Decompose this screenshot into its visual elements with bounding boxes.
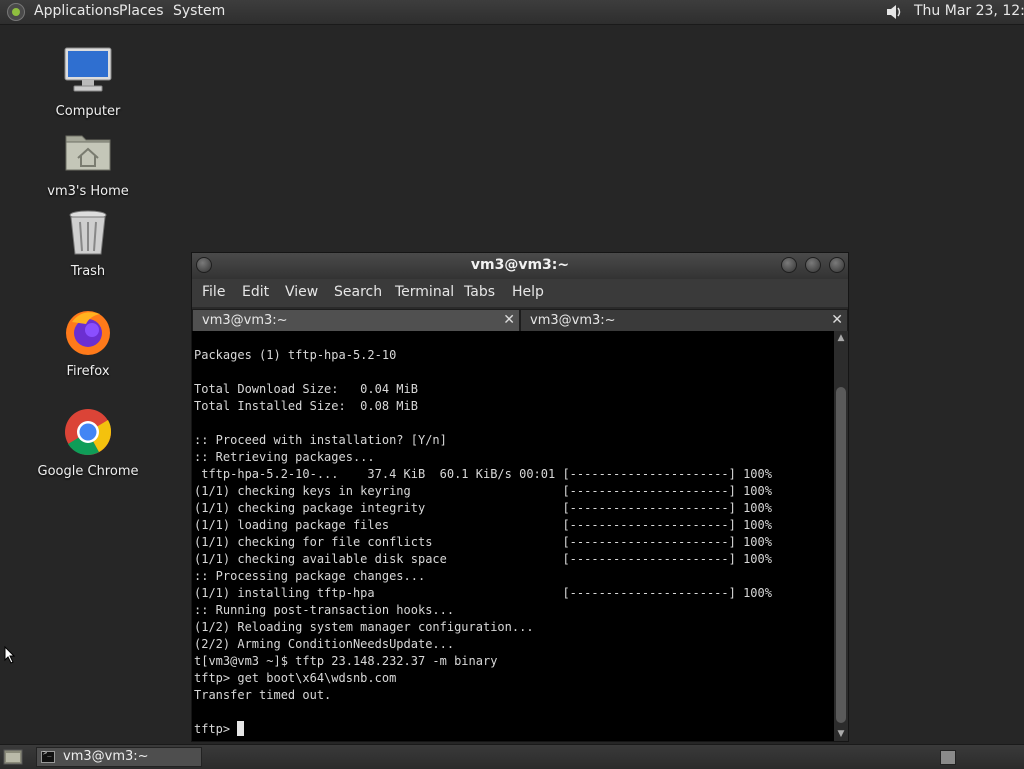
tab-close-icon[interactable]: ✕ xyxy=(503,312,515,328)
mouse-pointer-icon xyxy=(4,646,16,664)
terminal-output[interactable]: Packages (1) tftp-hpa-5.2-10 Total Downl… xyxy=(192,331,834,741)
home-folder-icon xyxy=(65,135,111,171)
minimize-button[interactable] xyxy=(781,257,797,273)
tab-label: vm3@vm3:~ xyxy=(202,313,288,328)
window-title: vm3@vm3:~ xyxy=(470,257,570,273)
menu-view[interactable]: View xyxy=(285,284,318,300)
terminal-prompt: tftp> xyxy=(194,722,238,736)
top-panel: Applications Places System Thu Mar 23, 1… xyxy=(0,0,1024,25)
menu-file[interactable]: File xyxy=(202,284,225,300)
desktop-icon-computer[interactable]: Computer xyxy=(33,46,143,119)
desktop-icon-label: Firefox xyxy=(66,364,110,379)
desktop-icon-label: Trash xyxy=(70,264,106,279)
firefox-icon xyxy=(66,311,110,355)
menu-system[interactable]: System xyxy=(173,3,225,19)
desktop-icon-label: vm3's Home xyxy=(47,184,129,199)
menu-terminal[interactable]: Terminal xyxy=(395,284,454,300)
scroll-thumb[interactable] xyxy=(836,387,846,723)
show-desktop-icon[interactable] xyxy=(3,748,23,766)
menu-edit[interactable]: Edit xyxy=(242,284,269,300)
terminal-cursor xyxy=(237,721,245,736)
tab-close-icon[interactable]: ✕ xyxy=(831,312,843,328)
tab-label: vm3@vm3:~ xyxy=(530,313,616,328)
terminal-window[interactable]: vm3@vm3:~ File Edit View Search Terminal… xyxy=(191,252,849,742)
close-button[interactable] xyxy=(829,257,845,273)
terminal-scrollbar[interactable]: ▲ ▼ xyxy=(834,331,848,741)
menu-help[interactable]: Help xyxy=(512,284,544,300)
trash-icon xyxy=(69,210,107,255)
volume-icon[interactable] xyxy=(884,2,904,22)
taskbar-terminal-button[interactable]: vm3@vm3:~ xyxy=(36,747,202,767)
tab-bar: vm3@vm3:~ ✕ vm3@vm3:~ ✕ xyxy=(192,307,848,331)
window-titlebar[interactable]: vm3@vm3:~ xyxy=(192,253,848,279)
menu-applications[interactable]: Applications xyxy=(34,3,120,19)
maximize-button[interactable] xyxy=(805,257,821,273)
taskbar-label: vm3@vm3:~ xyxy=(63,749,149,764)
menu-search[interactable]: Search xyxy=(334,284,382,300)
scroll-up-icon[interactable]: ▲ xyxy=(834,331,848,345)
desktop-icon-firefox[interactable]: Firefox xyxy=(33,306,143,379)
desktop-icon-chrome[interactable]: Google Chrome xyxy=(33,406,143,479)
bottom-panel: vm3@vm3:~ xyxy=(0,744,1024,769)
desktop-icon-home[interactable]: vm3's Home xyxy=(33,126,143,199)
chrome-icon xyxy=(65,409,112,456)
scroll-down-icon[interactable]: ▼ xyxy=(834,727,848,741)
terminal-icon xyxy=(41,749,55,763)
computer-icon xyxy=(64,47,112,92)
tab-2[interactable]: vm3@vm3:~ ✕ xyxy=(520,309,848,331)
terminal-text: Packages (1) tftp-hpa-5.2-10 Total Downl… xyxy=(194,348,772,736)
desktop-icon-label: Computer xyxy=(55,104,121,119)
desktop-icon-trash[interactable]: Trash xyxy=(33,206,143,279)
desktop-icon-label: Google Chrome xyxy=(37,464,139,479)
menu-bar: File Edit View Search Terminal Tabs Help xyxy=(192,279,848,307)
distro-logo-icon[interactable] xyxy=(7,3,25,21)
workspace-switcher-icon[interactable] xyxy=(940,750,956,765)
clock[interactable]: Thu Mar 23, 12:18 xyxy=(914,3,1024,19)
menu-tabs[interactable]: Tabs xyxy=(464,284,495,300)
tab-1[interactable]: vm3@vm3:~ ✕ xyxy=(192,309,520,331)
menu-places[interactable]: Places xyxy=(119,3,164,19)
